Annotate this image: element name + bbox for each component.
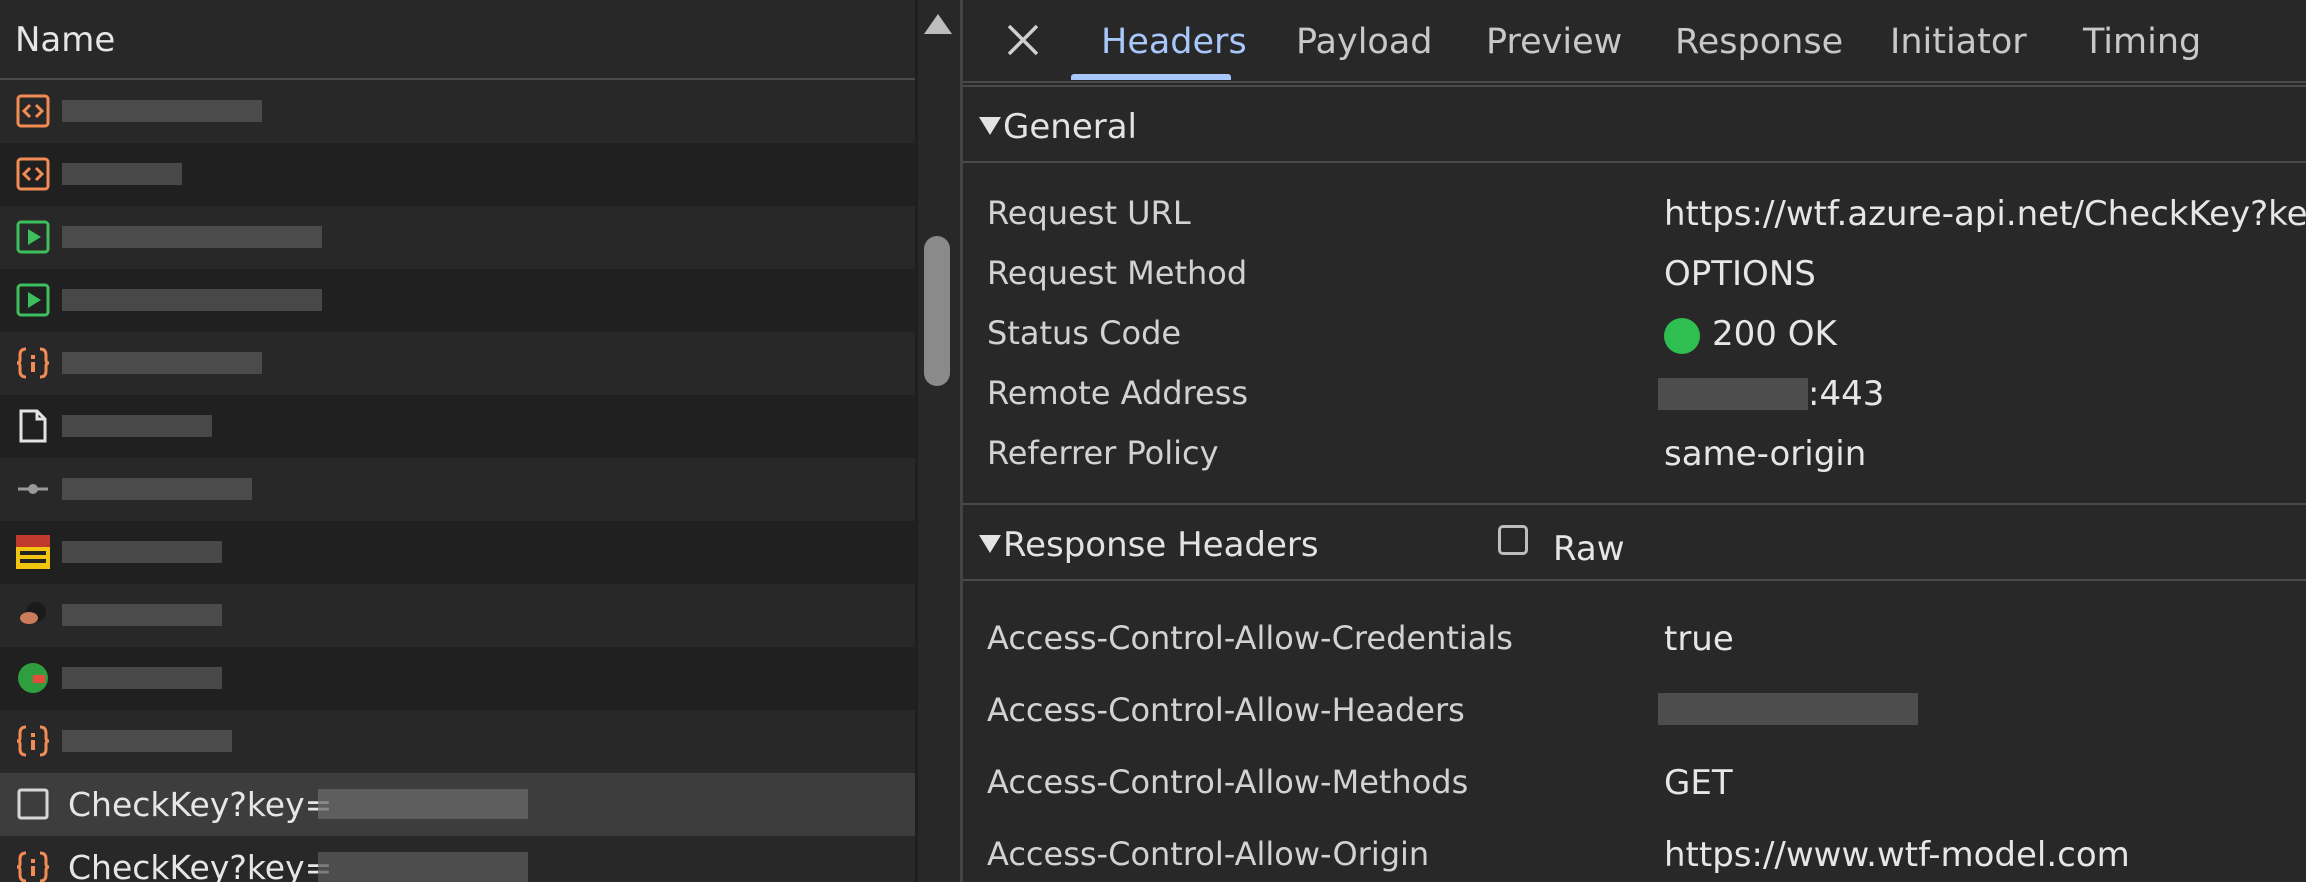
details-tab-bar: Headers Payload Preview Response Initiat… [963,0,2306,83]
expand-triangle-icon [979,117,1001,135]
request-row[interactable] [0,80,915,143]
redacted-name [62,289,322,311]
document-code-icon [16,157,50,191]
request-url-value: https://wtf.azure-api.net/CheckKey?key= [1664,194,2306,234]
redacted-key [318,789,528,819]
tab-preview[interactable]: Preview [1486,22,1622,62]
redacted-name [62,415,212,437]
redacted-ip [1658,378,1808,410]
name-column-label: Name [15,20,116,60]
redacted-name [62,667,222,689]
redacted-name [62,730,232,752]
allow-origin-value: https://www.wtf-model.com [1664,835,2130,875]
name-column-header[interactable]: Name [0,0,960,80]
request-row[interactable] [0,458,915,521]
redacted-headers-value [1658,693,1918,725]
raw-label: Raw [1553,529,1625,569]
image-green-icon [18,663,48,693]
request-row[interactable] [0,206,915,269]
allow-headers-key: Access-Control-Allow-Headers [987,691,1465,729]
request-list: CheckKey?key= CheckKey?key= [0,80,915,882]
allow-credentials-key: Access-Control-Allow-Credentials [987,619,1513,657]
active-tab-indicator [1071,74,1231,80]
request-row[interactable]: CheckKey?key= [0,836,915,882]
scrollbar-thumb[interactable] [924,236,950,386]
media-play-icon [16,220,50,254]
tab-payload[interactable]: Payload [1296,22,1433,62]
redacted-name [62,226,322,248]
redacted-name [62,100,262,122]
request-row[interactable] [0,710,915,773]
redacted-name [62,541,222,563]
remote-address-key: Remote Address [987,374,1249,412]
request-url-key: Request URL [987,194,1191,232]
allow-methods-value: GET [1664,763,1733,803]
request-row[interactable] [0,395,915,458]
tab-timing[interactable]: Timing [2083,22,2201,62]
request-url-row: Request URL https://wtf.azure-api.net/Ch… [963,194,2306,244]
allow-credentials-value: true [1664,619,1734,659]
document-code-icon [16,94,50,128]
request-name: CheckKey?key= [68,785,333,824]
response-headers-section-header[interactable]: Response Headers Raw [963,503,2306,581]
request-row[interactable] [0,332,915,395]
general-section-header[interactable]: General [963,85,2306,163]
request-name: CheckKey?key= [68,848,333,882]
request-row[interactable] [0,269,915,332]
json-braces-icon [16,347,50,379]
preflight-checkbox-icon [17,788,49,820]
request-list-scrollbar[interactable] [918,0,960,882]
referrer-policy-row: Referrer Policy same-origin [963,434,2306,484]
referrer-policy-value: same-origin [1664,434,1867,474]
request-list-pane: Name CheckKey?key= CheckKey?key= [0,0,960,882]
status-code-row: Status Code 200 OK [963,314,2306,364]
response-headers-title: Response Headers [1003,525,1319,565]
allow-origin-row: Access-Control-Allow-Origin https://www.… [963,835,2306,882]
tab-headers[interactable]: Headers [1101,22,1247,62]
file-icon [19,409,47,443]
redacted-key [318,852,528,882]
request-method-key: Request Method [987,254,1248,292]
request-row[interactable] [0,647,915,710]
ping-icon [18,484,48,494]
tab-response[interactable]: Response [1675,22,1843,62]
allow-methods-row: Access-Control-Allow-Methods GET [963,763,2306,813]
image-avatar-icon [20,602,46,624]
redacted-name [62,352,262,374]
raw-checkbox[interactable] [1498,525,1528,555]
request-method-row: Request Method OPTIONS [963,254,2306,304]
referrer-policy-key: Referrer Policy [987,434,1219,472]
redacted-name [62,478,252,500]
status-code-key: Status Code [987,314,1182,352]
expand-triangle-icon [979,535,1001,553]
scroll-up-arrow-icon[interactable] [924,14,952,34]
request-row[interactable] [0,143,915,206]
request-row[interactable] [0,521,915,584]
request-method-value: OPTIONS [1664,254,1816,294]
redacted-name [62,163,182,185]
status-ok-dot-icon [1664,318,1700,354]
remote-address-row: Remote Address :443 [963,374,2306,424]
allow-headers-row: Access-Control-Allow-Headers [963,691,2306,741]
close-icon[interactable] [1003,20,1043,60]
allow-methods-key: Access-Control-Allow-Methods [987,763,1469,801]
request-row[interactable] [0,584,915,647]
allow-credentials-row: Access-Control-Allow-Credentials true [963,619,2306,669]
json-braces-icon [16,725,50,757]
status-code-value: 200 OK [1712,314,1837,354]
media-play-icon [16,283,50,317]
request-details-pane: Headers Payload Preview Response Initiat… [963,0,2306,882]
allow-origin-key: Access-Control-Allow-Origin [987,835,1430,873]
json-braces-icon [16,851,50,882]
request-row-selected[interactable]: CheckKey?key= [0,773,915,836]
tab-initiator[interactable]: Initiator [1890,22,2027,62]
image-thumbnail-icon [16,535,50,569]
redacted-name [62,604,222,626]
general-section-title: General [1003,107,1137,147]
remote-address-port: :443 [1808,374,1885,414]
